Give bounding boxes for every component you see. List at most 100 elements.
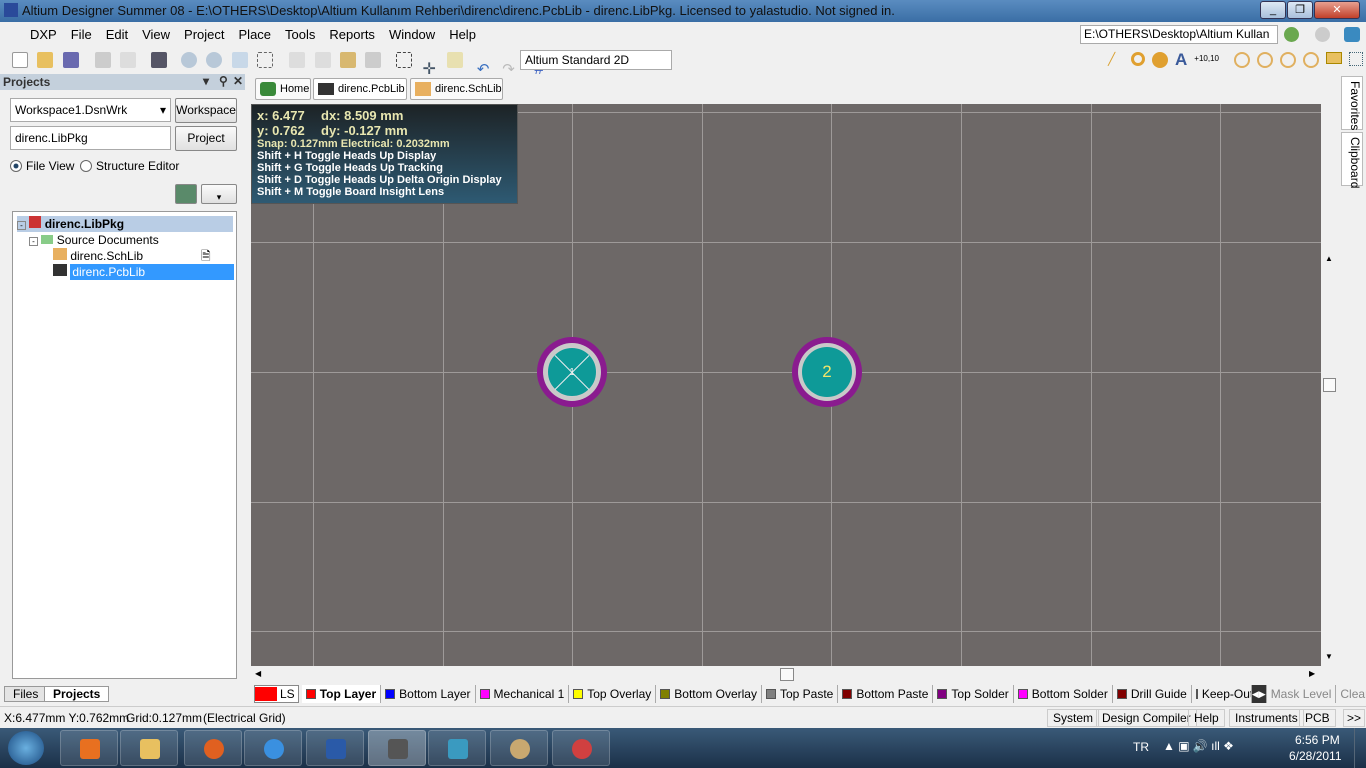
clock-time[interactable]: 6:56 PM — [1295, 733, 1340, 747]
layer-tab[interactable]: Top Layer — [301, 685, 382, 703]
tab-projects[interactable]: Projects — [44, 686, 110, 702]
clock-date[interactable]: 6/28/2011 — [1289, 749, 1342, 763]
rubber-stamp-icon[interactable] — [365, 52, 382, 68]
string-icon[interactable]: A — [1175, 51, 1187, 70]
pad-1[interactable]: 1 — [537, 337, 607, 407]
menu-help[interactable]: Help — [449, 27, 476, 42]
tree-folder[interactable]: - Source Documents — [29, 232, 159, 248]
taskbar-ie[interactable] — [244, 730, 302, 766]
layer-tab[interactable]: Bottom Solder — [1014, 685, 1113, 703]
menu-dxp[interactable]: DXP — [10, 27, 57, 42]
mask-level-button[interactable]: Mask Level — [1267, 685, 1337, 703]
layer-scroll-buttons[interactable]: ◀▶ — [1251, 685, 1267, 703]
save-icon[interactable] — [62, 52, 79, 68]
arc-any-icon[interactable] — [1279, 52, 1296, 68]
maximize-button[interactable]: ❐ — [1287, 1, 1313, 19]
via-icon[interactable] — [1152, 52, 1168, 68]
zoom-in-icon[interactable] — [181, 52, 198, 68]
open-icon[interactable] — [37, 52, 54, 68]
layer-tab[interactable]: Keep-Out — [1192, 685, 1252, 703]
menu-place[interactable]: Place — [239, 27, 272, 42]
layer-tab[interactable]: Bottom Layer — [381, 685, 476, 703]
taskbar-firefox[interactable] — [184, 730, 242, 766]
layer-tab[interactable]: Top Solder — [933, 685, 1014, 703]
tab-files[interactable]: Files — [4, 686, 48, 702]
pad-2[interactable]: 2 — [792, 337, 862, 407]
new-icon[interactable] — [12, 52, 28, 68]
taskbar-altium[interactable] — [368, 730, 426, 766]
tree-root[interactable]: - direnc.LibPkg — [17, 216, 233, 232]
full-circle-icon[interactable] — [1302, 52, 1319, 68]
menu-tools[interactable]: Tools — [285, 27, 315, 42]
pcb-button[interactable]: PCB — [1299, 709, 1336, 727]
taskbar-snipping-tool[interactable] — [552, 730, 610, 766]
help-button[interactable]: Help — [1188, 709, 1225, 727]
zoom-area-icon[interactable] — [257, 52, 274, 68]
tab-clipboard[interactable]: Clipboard — [1341, 132, 1363, 188]
tab-schlib[interactable]: direnc.SchLib — [410, 78, 503, 100]
workspace-combo[interactable]: Workspace1.DsnWrk ▾ — [10, 98, 171, 122]
instruments-button[interactable]: Instruments — [1229, 709, 1304, 727]
line-icon[interactable]: ╱ — [1108, 52, 1124, 68]
menu-project[interactable]: Project — [184, 27, 224, 42]
file-view-radio[interactable]: File View — [10, 159, 74, 173]
layer-tab[interactable]: Top Paste — [762, 685, 839, 703]
deselect-icon[interactable] — [446, 52, 463, 68]
layer-set-button[interactable]: LS — [254, 685, 299, 703]
tree-item[interactable]: direnc.SchLib 🗎 — [53, 248, 233, 264]
arc-edge-icon[interactable] — [1256, 52, 1273, 68]
layer-tab[interactable]: Drill Guide — [1113, 685, 1192, 703]
show-desktop-button[interactable] — [1354, 728, 1366, 768]
pin-icon[interactable]: ⚲ — [219, 74, 228, 88]
layer-tab[interactable]: Mechanical 1 — [476, 685, 570, 703]
cut-icon[interactable] — [289, 52, 306, 68]
coordinate-icon[interactable]: +10,10 — [1194, 52, 1219, 70]
project-field[interactable]: direnc.LibPkg — [10, 126, 171, 150]
more-button[interactable]: >> — [1343, 709, 1366, 727]
taskbar-media-player[interactable] — [60, 730, 118, 766]
panel-menu-icon[interactable]: ▾ — [203, 74, 209, 88]
system-button[interactable]: System — [1047, 709, 1100, 727]
menu-view[interactable]: View — [142, 27, 170, 42]
menu-file[interactable]: File — [71, 27, 92, 42]
forward-icon[interactable] — [1315, 27, 1330, 42]
start-button[interactable] — [8, 731, 44, 765]
project-icon-button[interactable] — [175, 184, 197, 204]
view-config-combo[interactable]: Altium Standard 2D — [520, 50, 672, 70]
panel-close-icon[interactable]: ✕ — [233, 74, 243, 88]
document-options-button[interactable]: ▾ — [201, 184, 237, 204]
layer-tab[interactable]: Top Overlay — [569, 685, 657, 703]
menu-window[interactable]: Window — [389, 27, 435, 42]
pad-icon[interactable] — [1131, 52, 1145, 66]
vertical-scrollbar[interactable]: ▲ ▼ — [1321, 104, 1338, 666]
copy-icon[interactable] — [314, 52, 331, 68]
horizontal-scrollbar[interactable]: ◀ ▶ — [251, 666, 1321, 683]
print-icon[interactable] — [95, 52, 112, 68]
path-combo[interactable]: E:\OTHERS\Desktop\Altium Kullan — [1080, 25, 1278, 44]
project-button[interactable]: Project — [175, 126, 237, 151]
taskbar-word[interactable] — [306, 730, 364, 766]
fill-icon[interactable] — [1325, 52, 1342, 64]
minimize-button[interactable]: _ — [1260, 1, 1286, 19]
paste-icon[interactable] — [340, 52, 357, 68]
menu-reports[interactable]: Reports — [329, 27, 375, 42]
zoom-fit-icon[interactable] — [231, 52, 248, 68]
taskbar-explorer[interactable] — [120, 730, 178, 766]
language-indicator[interactable]: TR — [1133, 740, 1149, 754]
tree-item-selected[interactable]: direnc.PcbLib — [53, 264, 235, 280]
structure-editor-radio[interactable]: Structure Editor — [80, 159, 179, 173]
taskbar-photo-viewer[interactable] — [428, 730, 486, 766]
select-area-icon[interactable] — [395, 52, 412, 68]
board-icon[interactable] — [150, 52, 167, 68]
tab-home[interactable]: Home — [255, 78, 311, 100]
array-paste-icon[interactable] — [1348, 52, 1363, 66]
tray-icons[interactable]: ▲ ▣ 🔊 ıll ❖ — [1163, 739, 1234, 753]
print-preview-icon[interactable] — [120, 52, 137, 68]
arc-center-icon[interactable] — [1233, 52, 1250, 68]
taskbar-paint[interactable] — [490, 730, 548, 766]
workspace-button[interactable]: Workspace — [175, 98, 237, 123]
layer-tab[interactable]: Bottom Overlay — [656, 685, 762, 703]
design-compiler-button[interactable]: Design Compiler — [1096, 709, 1197, 727]
tab-pcblib[interactable]: direnc.PcbLib — [313, 78, 407, 100]
menu-edit[interactable]: Edit — [106, 27, 128, 42]
